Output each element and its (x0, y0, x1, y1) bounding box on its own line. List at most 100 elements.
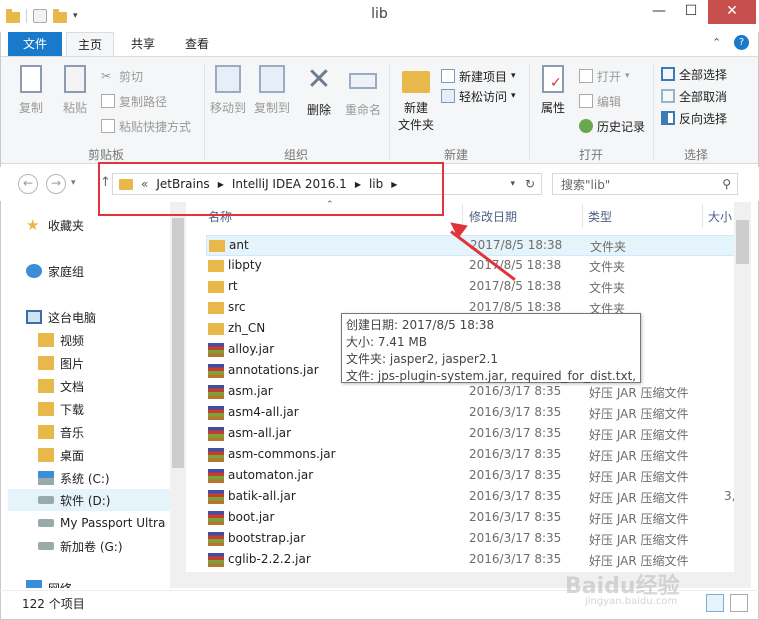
tooltip-size: 大小: 7.41 MB (346, 335, 427, 349)
address-dropdown-icon[interactable]: ▾ (510, 179, 515, 189)
details-view-icon[interactable] (706, 594, 724, 612)
properties-icon: ✓ (542, 65, 564, 93)
nav-label: 桌面 (60, 448, 85, 463)
new-item-icon (441, 69, 455, 83)
nav-documents[interactable]: 文档 (38, 375, 84, 397)
file-row[interactable]: boot.jar 2016/3/17 8:35 好压 JAR 压缩文件 (206, 508, 736, 529)
nav-favorites[interactable]: ★ 收藏夹 (26, 214, 84, 236)
minimize-button[interactable]: — (644, 0, 674, 24)
paste-button[interactable]: 粘贴 (55, 65, 95, 116)
file-name: alloy.jar (228, 342, 275, 356)
edit-label: 编辑 (597, 94, 622, 109)
cut-button[interactable]: ✂ 剪切 (101, 66, 143, 86)
divider (702, 204, 703, 228)
file-type: 好压 JAR 压缩文件 (589, 449, 689, 463)
nav-pictures[interactable]: 图片 (38, 352, 84, 374)
nav-videos[interactable]: 视频 (38, 329, 84, 351)
nav-downloads[interactable]: 下载 (38, 398, 84, 420)
file-date: 2017/8/5 18:38 (469, 279, 562, 293)
file-row[interactable]: bootstrap.jar 2016/3/17 8:35 好压 JAR 压缩文件 (206, 529, 736, 550)
file-row[interactable]: asm-all.jar 2016/3/17 8:35 好压 JAR 压缩文件 (206, 424, 736, 445)
file-list: ⌃ 名称 修改日期 类型 大小 ant 2017/8/5 18:38 文件夹 libp… (186, 200, 750, 588)
maximize-button[interactable]: ☐ (676, 0, 706, 24)
search-icon[interactable]: ⚲ (722, 177, 731, 191)
open-button[interactable]: 打开 ▾ (579, 66, 630, 86)
column-size[interactable]: 大小 (708, 208, 732, 225)
rename-button[interactable]: 重命名 (341, 65, 385, 118)
select-all-button[interactable]: 全部选择 (661, 64, 727, 84)
invert-selection-icon (661, 111, 675, 125)
edit-button[interactable]: 编辑 (579, 91, 621, 111)
nav-drive-c[interactable]: 系统 (C:) (38, 467, 110, 489)
column-type[interactable]: 类型 (588, 208, 612, 225)
search-input[interactable]: 搜索"lib" ⚲ (552, 173, 738, 195)
column-date[interactable]: 修改日期 (469, 208, 517, 225)
file-name: cglib-2.2.2.jar (228, 552, 311, 566)
recent-chevron-icon[interactable]: ▾ (71, 178, 76, 188)
file-date: 2016/3/17 8:35 (469, 510, 562, 524)
file-row[interactable]: rt 2017/8/5 18:38 文件夹 (206, 277, 736, 298)
select-none-label: 全部取消 (679, 89, 728, 104)
tooltip-files: 文件: jps-plugin-system.jar, required_for_… (346, 369, 636, 383)
paste-shortcut-button[interactable]: 粘贴快捷方式 (101, 116, 191, 136)
nav-drive-d[interactable]: 软件 (D:) (8, 489, 170, 511)
copy-to-button[interactable]: 复制到 (251, 65, 293, 116)
properties-button[interactable]: ✓ 属性 (535, 65, 571, 116)
file-name: libpty (228, 258, 262, 272)
move-to-button[interactable]: 移动到 (207, 65, 249, 116)
nav-homegroup[interactable]: 家庭组 (26, 260, 84, 282)
folder-tooltip: 创建日期: 2017/8/5 18:38 大小: 7.41 MB 文件夹: ja… (341, 313, 641, 383)
divider (204, 63, 205, 159)
nav-passport[interactable]: My Passport Ultra ( (38, 512, 174, 534)
file-row[interactable]: libpty 2017/8/5 18:38 文件夹 (206, 256, 736, 277)
tab-share[interactable]: 共享 (120, 32, 166, 56)
folder-icon (208, 323, 224, 335)
select-all-icon (661, 67, 675, 81)
new-item-button[interactable]: 新建项目 ▾ (441, 66, 516, 86)
navigation-pane: ★ 收藏夹 家庭组 这台电脑 视频 图片 文档 下载 音乐 桌面 系统 (C:)… (0, 202, 186, 588)
easy-access-button[interactable]: 轻松访问 ▾ (441, 86, 516, 106)
computer-icon (26, 310, 42, 324)
file-row[interactable]: batik-all.jar 2016/3/17 8:35 好压 JAR 压缩文件 3, (206, 487, 736, 508)
copy-to-icon (259, 65, 285, 93)
nav-network[interactable]: 网络 (26, 580, 72, 588)
new-folder-button[interactable]: 新建 文件夹 (395, 65, 437, 133)
jar-file-icon (208, 364, 224, 378)
group-new: 新建 (443, 148, 468, 162)
back-arrow-icon[interactable]: ← (18, 174, 38, 194)
select-none-button[interactable]: 全部取消 (661, 86, 727, 106)
delete-button[interactable]: ✕ 删除 (301, 65, 337, 118)
file-row[interactable]: asm4-all.jar 2016/3/17 8:35 好压 JAR 压缩文件 (206, 403, 736, 424)
refresh-icon[interactable]: ↻ (525, 177, 535, 191)
title-bar: ▾ lib — ☐ ✕ (0, 0, 759, 32)
file-row[interactable]: automaton.jar 2016/3/17 8:35 好压 JAR 压缩文件 (206, 466, 736, 487)
folder-icon (208, 260, 224, 272)
drive-icon (38, 542, 54, 550)
divider (582, 204, 583, 228)
delete-label: 删除 (306, 103, 331, 117)
copy-label: 复制 (18, 101, 43, 115)
nav-desktop[interactable]: 桌面 (38, 444, 84, 466)
nav-music[interactable]: 音乐 (38, 421, 84, 443)
tab-file[interactable]: 文件 (8, 32, 62, 56)
help-icon[interactable]: ? (734, 35, 749, 50)
nav-this-pc[interactable]: 这台电脑 (26, 306, 96, 328)
history-button[interactable]: 历史记录 (579, 116, 645, 136)
content-scrollbar-thumb[interactable] (736, 220, 749, 264)
desktop-folder-icon (38, 448, 54, 462)
nav-scrollbar-thumb[interactable] (172, 218, 184, 468)
copy-path-icon (101, 94, 115, 108)
tab-home[interactable]: 主页 (66, 32, 114, 56)
tab-view[interactable]: 查看 (174, 32, 220, 56)
file-row[interactable]: asm.jar 2016/3/17 8:35 好压 JAR 压缩文件 (206, 382, 736, 403)
file-type: 好压 JAR 压缩文件 (589, 386, 689, 400)
chevron-up-icon[interactable]: ⌃ (712, 36, 721, 49)
forward-arrow-icon[interactable]: → (46, 174, 66, 194)
invert-selection-button[interactable]: 反向选择 (661, 108, 727, 128)
copy-path-button[interactable]: 复制路径 (101, 91, 167, 111)
file-row[interactable]: asm-commons.jar 2016/3/17 8:35 好压 JAR 压缩文件 (206, 445, 736, 466)
tiles-view-icon[interactable] (730, 594, 748, 612)
close-button[interactable]: ✕ (708, 0, 756, 24)
nav-drive-g[interactable]: 新加卷 (G:) (38, 535, 123, 557)
copy-button[interactable]: 复制 (11, 65, 51, 116)
